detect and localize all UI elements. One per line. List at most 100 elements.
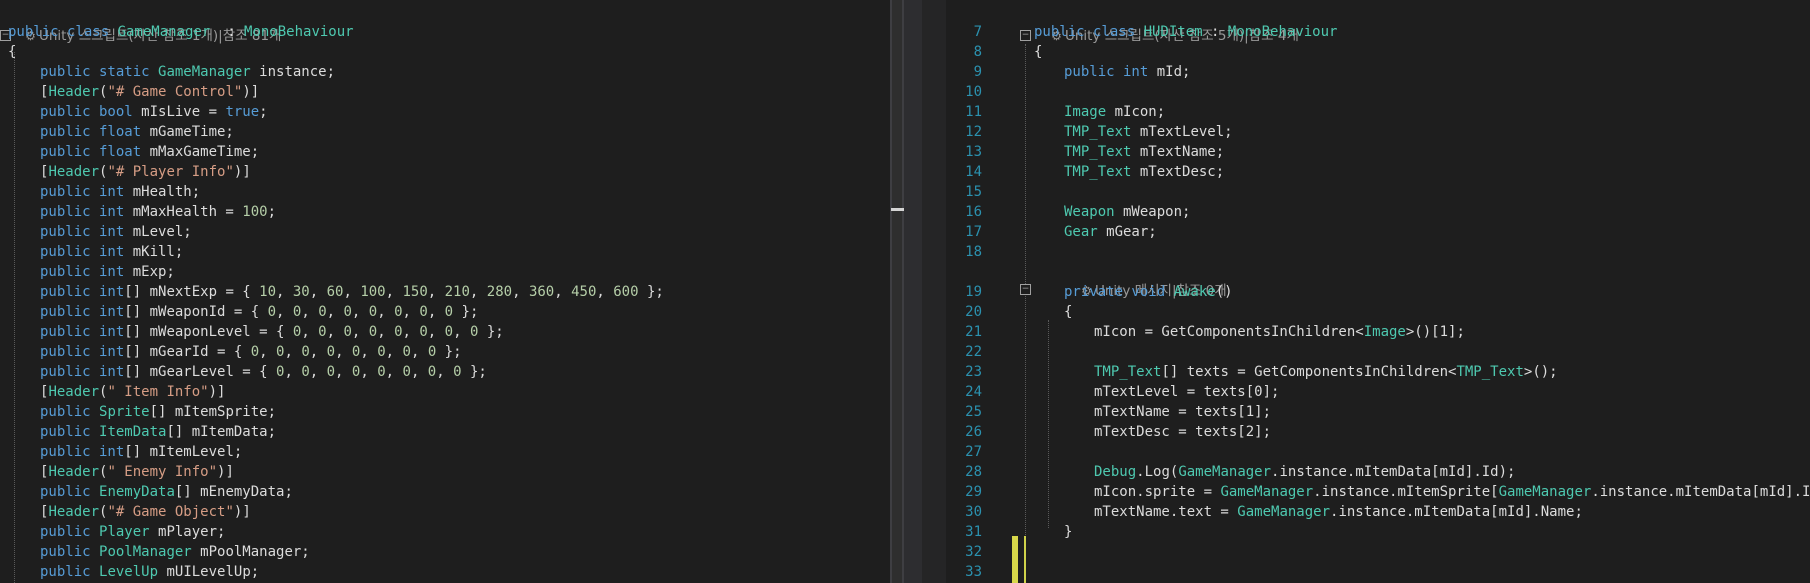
pane-splitter[interactable] (904, 0, 922, 583)
code-token: mLevel; (132, 224, 192, 240)
line-number: 21 (965, 324, 982, 340)
code-token: )] (233, 504, 251, 520)
code-line[interactable]: [Header(" Enemy Info")] (40, 464, 234, 480)
code-line[interactable]: TMP_Text mTextName; (1064, 144, 1224, 160)
code-line[interactable]: public int[] mGearLevel = { 0, 0, 0, 0, … (40, 364, 487, 380)
line-number: 11 (965, 104, 982, 120)
code-line[interactable]: public int mExp; (40, 264, 175, 280)
code-line[interactable]: public int[] mItemLevel; (40, 444, 242, 460)
code-line[interactable]: mIcon = GetComponentsInChildren<Image>()… (1094, 324, 1465, 340)
code-line[interactable]: public int[] mGearId = { 0, 0, 0, 0, 0, … (40, 344, 462, 360)
code-line[interactable]: Image mIcon; (1064, 104, 1165, 120)
line-number: 25 (965, 404, 982, 420)
code-token: 0 (427, 364, 437, 380)
code-token: 0 (419, 304, 428, 320)
code-line[interactable]: mIcon.sprite = GameManager.instance.mIte… (1094, 484, 1810, 500)
code-token: public int (40, 264, 133, 280)
code-line[interactable]: public EnemyData[] mEnemyData; (40, 484, 293, 500)
code-line[interactable]: [Header("# Game Control")] (40, 84, 259, 100)
code-line[interactable]: TMP_Text[] texts = GetComponentsInChildr… (1094, 364, 1558, 380)
right-editor-margin (922, 0, 946, 583)
code-token: mKill; (132, 244, 184, 260)
code-token: public int (40, 244, 133, 260)
code-token: , (301, 304, 319, 320)
code-token: [] mItemData; (166, 424, 277, 440)
code-line[interactable]: public class HUDItem : MonoBehaviour (1034, 24, 1337, 40)
codelens-references[interactable]: ⚙ Unity 스크립트(자산 참조 5개)|참조 4개 (1034, 6, 1810, 44)
line-number: 28 (965, 464, 982, 480)
code-token: , (343, 284, 361, 300)
code-line[interactable]: Gear mGear; (1064, 224, 1157, 240)
code-line[interactable]: } (1064, 524, 1072, 540)
code-line[interactable]: public LevelUp mUILevelUp; (40, 564, 259, 580)
right-code-editor[interactable]: ⚙ Unity 스크립트(자산 참조 5개)|참조 4개 ⚙ Unity 메시지|참… (946, 0, 1810, 583)
code-token: Header (48, 384, 100, 400)
code-line[interactable]: TMP_Text mTextDesc; (1064, 164, 1224, 180)
code-line[interactable]: public Player mPlayer; (40, 524, 225, 540)
code-line[interactable]: public int mLevel; (40, 224, 192, 240)
code-line[interactable]: public float mGameTime; (40, 124, 234, 140)
line-number: 19 (965, 284, 982, 300)
code-line[interactable]: mTextDesc = texts[2]; (1094, 424, 1271, 440)
code-line[interactable]: [Header("# Game Object")] (40, 504, 251, 520)
code-token: ItemData (99, 424, 167, 440)
code-token: [] mWeaponLevel = { (124, 324, 293, 340)
code-line[interactable]: public bool mIsLive = true; (40, 104, 268, 120)
line-number: 33 (965, 564, 982, 580)
code-line[interactable]: private void Awake() (1064, 284, 1233, 300)
code-line[interactable]: public int mMaxHealth = 100; (40, 204, 276, 220)
code-token: .instance.mItemData[mId].Name; (1330, 504, 1583, 520)
code-line[interactable]: { (1034, 44, 1042, 60)
code-token: TMP_Text (1064, 124, 1132, 140)
code-token: 210 (444, 284, 470, 300)
code-token: public int (40, 184, 133, 200)
code-token: , (596, 284, 614, 300)
code-line[interactable]: mTextLevel = texts[0]; (1094, 384, 1279, 400)
code-token: , (377, 304, 395, 320)
line-number: 10 (965, 84, 982, 100)
code-line[interactable]: Debug.Log(GameManager.instance.mItemData… (1094, 464, 1515, 480)
code-token: )] (242, 84, 260, 100)
code-line[interactable]: public int mKill; (40, 244, 183, 260)
code-line[interactable]: public int mId; (1064, 64, 1190, 80)
code-line[interactable]: TMP_Text mTextLevel; (1064, 124, 1233, 140)
collapse-toggle-icon[interactable]: − (1020, 284, 1031, 295)
code-token: 100 (360, 284, 386, 300)
code-line[interactable]: public float mMaxGameTime; (40, 144, 259, 160)
code-token: 0 (453, 364, 462, 380)
code-token: public float (40, 144, 150, 160)
codelens-references[interactable]: ⚙ Unity 스크립트(자산 참조 1개)|참조 81개 (8, 6, 890, 44)
code-token: Debug (1094, 464, 1137, 480)
code-line[interactable]: { (1064, 304, 1072, 320)
left-code-editor[interactable]: ⚙ Unity 스크립트(자산 참조 1개)|참조 81개 − public cl… (0, 0, 890, 583)
code-line[interactable]: public PoolManager mPoolManager; (40, 544, 310, 560)
code-line[interactable]: public int[] mWeaponLevel = { 0, 0, 0, 0… (40, 324, 504, 340)
code-line[interactable]: [Header("# Player Info")] (40, 164, 251, 180)
codelens-awake-references[interactable]: ⚙ Unity 메시지|참조 0개 (1064, 261, 1810, 299)
code-token: 0 (301, 344, 310, 360)
code-line[interactable]: public int[] mNextExp = { 10, 30, 60, 10… (40, 284, 664, 300)
code-line[interactable]: public static GameManager instance; (40, 64, 335, 80)
collapse-toggle-icon[interactable]: − (1020, 30, 1031, 41)
code-line[interactable]: public Sprite[] mItemSprite; (40, 404, 276, 420)
code-token: , (385, 344, 403, 360)
code-token: , (469, 284, 487, 300)
code-line[interactable]: Weapon mWeapon; (1064, 204, 1190, 220)
left-vertical-scrollbar[interactable] (890, 0, 915, 583)
indent-guide (1025, 296, 1027, 541)
code-token: , (410, 364, 428, 380)
code-line[interactable]: [Header(" Item Info")] (40, 384, 225, 400)
line-number: 24 (965, 384, 982, 400)
code-token: public int (40, 284, 125, 300)
code-line[interactable]: public class GameManager : MonoBehaviour (8, 24, 354, 40)
code-line[interactable]: mTextName = texts[1]; (1094, 404, 1271, 420)
code-token: , (309, 364, 327, 380)
code-token: 10 (259, 284, 277, 300)
code-line[interactable]: mTextName.text = GameManager.instance.mI… (1094, 504, 1583, 520)
code-token: , (453, 324, 470, 340)
code-line[interactable]: public int mHealth; (40, 184, 200, 200)
code-token: , (309, 284, 327, 300)
code-line[interactable]: public int[] mWeaponId = { 0, 0, 0, 0, 0… (40, 304, 478, 320)
code-token: public class (1034, 24, 1144, 40)
code-line[interactable]: public ItemData[] mItemData; (40, 424, 276, 440)
